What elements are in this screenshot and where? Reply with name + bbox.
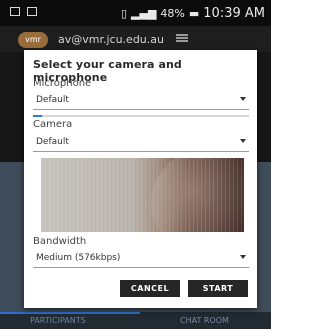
camera-select[interactable]: Default bbox=[33, 135, 249, 152]
battery-percent: 48% bbox=[160, 7, 185, 20]
tab-chat-room[interactable]: CHAT ROOM bbox=[180, 316, 229, 325]
user-email: av@vmr.jcu.edu.au bbox=[58, 33, 164, 46]
bandwidth-value: Medium (576kbps) bbox=[36, 253, 121, 263]
tab-participants[interactable]: PARTICIPANTS bbox=[30, 316, 86, 325]
device-select-dialog: Select your camera and microphone Microp… bbox=[24, 50, 257, 308]
image-icon bbox=[27, 7, 37, 16]
battery-icon: ▬ bbox=[188, 7, 200, 20]
notification-icon bbox=[10, 7, 20, 16]
signal-icon: ▂▄▆ bbox=[131, 7, 157, 20]
camera-label: Camera bbox=[33, 119, 73, 130]
vibrate-icon: ▯ bbox=[120, 7, 128, 20]
microphone-level-meter bbox=[33, 115, 249, 117]
microphone-select[interactable]: Default bbox=[33, 93, 249, 110]
microphone-value: Default bbox=[36, 95, 69, 105]
camera-preview bbox=[41, 158, 244, 232]
app-screen: ▯ ▂▄▆ 48% ▬ 10:39 AM vmr av@vmr.jcu.edu.… bbox=[0, 0, 271, 329]
start-button[interactable]: START bbox=[188, 280, 248, 297]
chevron-down-icon bbox=[240, 255, 246, 259]
cancel-button[interactable]: CANCEL bbox=[120, 280, 180, 297]
clock: 10:39 AM bbox=[203, 6, 265, 21]
bandwidth-label: Bandwidth bbox=[33, 236, 87, 247]
avatar[interactable]: vmr bbox=[18, 32, 48, 48]
chevron-down-icon bbox=[240, 139, 246, 143]
bandwidth-select[interactable]: Medium (576kbps) bbox=[33, 251, 249, 268]
status-left-icons bbox=[10, 7, 37, 16]
app-bar: vmr av@vmr.jcu.edu.au bbox=[0, 26, 271, 52]
microphone-level-fill bbox=[33, 115, 42, 117]
camera-value: Default bbox=[36, 137, 69, 147]
chevron-down-icon bbox=[240, 97, 246, 101]
microphone-label: Microphone bbox=[33, 78, 92, 89]
bottom-tabs: PARTICIPANTS CHAT ROOM bbox=[0, 312, 271, 329]
status-bar: ▯ ▂▄▆ 48% ▬ 10:39 AM bbox=[0, 0, 271, 26]
menu-icon[interactable] bbox=[176, 34, 188, 42]
active-tab-indicator bbox=[0, 312, 140, 314]
status-right: ▯ ▂▄▆ 48% ▬ 10:39 AM bbox=[121, 6, 265, 21]
